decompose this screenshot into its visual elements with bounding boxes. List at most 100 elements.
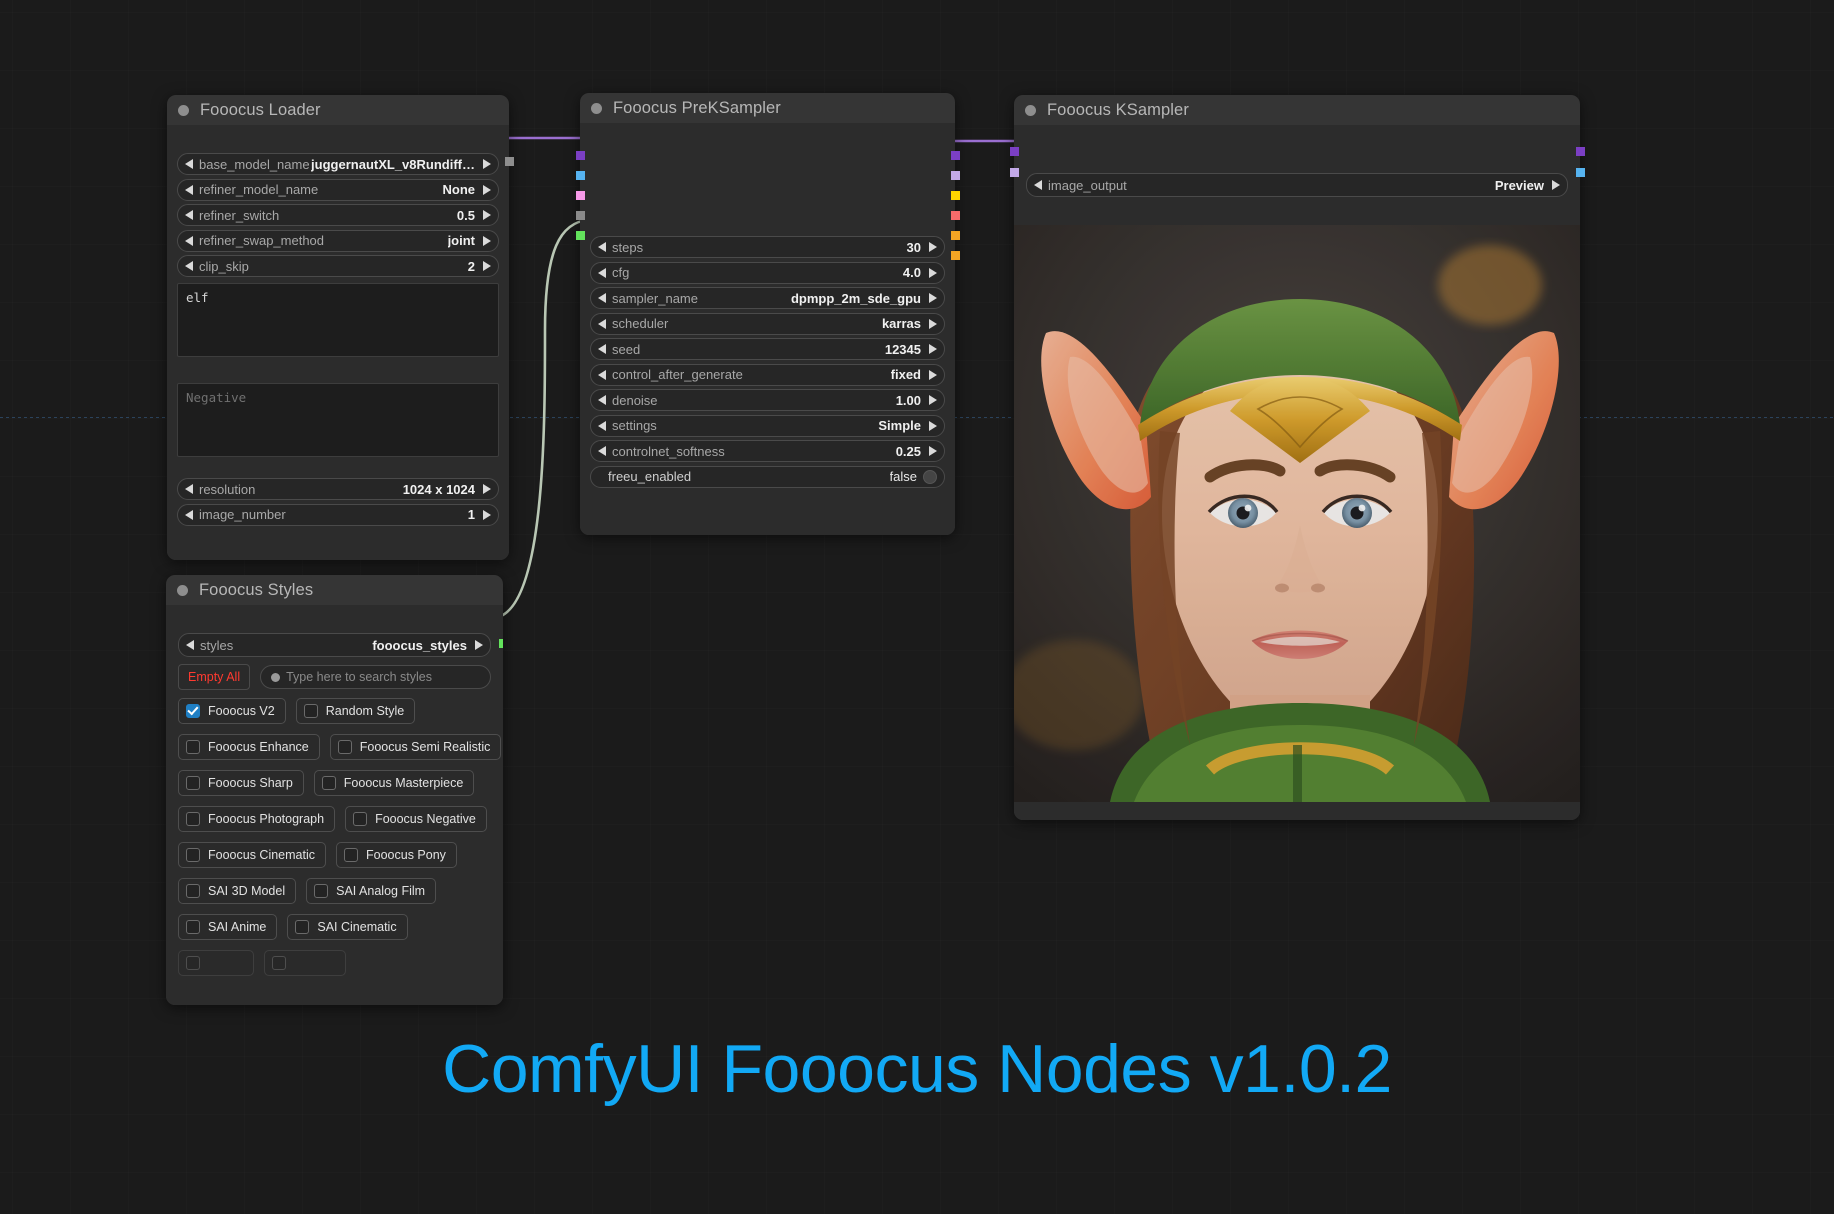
checkbox-icon[interactable] xyxy=(186,848,200,862)
negative-prompt-textarea[interactable]: Negative xyxy=(177,383,499,457)
widget-freeu-enabled[interactable]: freeu_enabled false xyxy=(590,465,945,488)
style-chip-fooocus-pony[interactable]: Fooocus Pony xyxy=(336,842,457,868)
widget-base-model-name[interactable]: base_model_name juggernautXL_v8Rundiff… xyxy=(177,153,499,175)
style-chip-fooocus-photograph[interactable]: Fooocus Photograph xyxy=(178,806,336,832)
checkbox-icon[interactable] xyxy=(186,740,200,754)
increment-arrow-icon[interactable] xyxy=(483,210,491,220)
checkbox-icon[interactable] xyxy=(353,812,368,826)
styles-search-input[interactable]: Type here to search styles xyxy=(260,665,491,689)
widget-sampler-name[interactable]: sampler_name dpmpp_2m_sde_gpu xyxy=(590,287,945,309)
decrement-arrow-icon[interactable] xyxy=(185,261,193,271)
ksampler-output-socket-1[interactable] xyxy=(1575,168,1585,177)
socket-out-styles[interactable] xyxy=(498,639,503,648)
style-chip-fooocus-cinematic[interactable]: Fooocus Cinematic xyxy=(178,842,326,868)
widget-styles[interactable]: styles fooocus_styles xyxy=(178,633,491,657)
style-chip-fooocus-semi-realistic[interactable]: Fooocus Semi Realistic xyxy=(329,734,502,760)
ksampler-input-socket-1[interactable] xyxy=(1009,168,1019,177)
node-title-bar[interactable]: Fooocus KSampler xyxy=(1014,95,1580,125)
preksampler-input-socket-0[interactable] xyxy=(575,151,585,160)
checkbox-icon[interactable] xyxy=(186,956,200,970)
node-fooocus-preksampler[interactable]: Fooocus PreKSampler steps 30 cfg 4.0 sampler… xyxy=(575,93,960,535)
widget-refiner-switch[interactable]: refiner_switch 0.5 xyxy=(177,204,499,226)
checkbox-icon[interactable] xyxy=(186,884,200,898)
preksampler-output-socket-3[interactable] xyxy=(950,211,960,220)
increment-arrow-icon[interactable] xyxy=(929,344,937,354)
checkbox-icon[interactable] xyxy=(271,956,286,970)
style-chip-clipped-2[interactable] xyxy=(263,950,347,976)
preksampler-output-socket-5[interactable] xyxy=(950,251,960,260)
decrement-arrow-icon[interactable] xyxy=(598,318,606,329)
preksampler-output-socket-2[interactable] xyxy=(950,191,960,200)
decrement-arrow-icon[interactable] xyxy=(185,484,193,494)
increment-arrow-icon[interactable] xyxy=(483,261,491,271)
style-chip-fooocus-negative[interactable]: Fooocus Negative xyxy=(345,806,487,832)
increment-arrow-icon[interactable] xyxy=(929,293,937,303)
increment-arrow-icon[interactable] xyxy=(483,184,491,195)
increment-arrow-icon[interactable] xyxy=(483,509,491,520)
decrement-arrow-icon[interactable] xyxy=(1034,180,1042,190)
increment-arrow-icon[interactable] xyxy=(929,420,937,431)
node-title-bar[interactable]: Fooocus Styles xyxy=(166,575,503,605)
decrement-arrow-icon[interactable] xyxy=(185,184,193,195)
checkbox-icon[interactable] xyxy=(344,848,358,862)
style-chip-sai-analog-film[interactable]: SAI Analog Film xyxy=(306,878,437,904)
widget-image-number[interactable]: image_number 1 xyxy=(177,503,499,526)
increment-arrow-icon[interactable] xyxy=(929,395,937,405)
style-chip-fooocus-masterpiece[interactable]: Fooocus Masterpiece xyxy=(313,770,475,796)
widget-image-output[interactable]: image_output Preview xyxy=(1026,173,1568,197)
decrement-arrow-icon[interactable] xyxy=(598,344,606,354)
checkbox-icon[interactable] xyxy=(186,920,200,934)
widget-settings[interactable]: settings Simple xyxy=(590,414,945,437)
decrement-arrow-icon[interactable] xyxy=(185,210,193,220)
node-fooocus-loader[interactable]: Fooocus Loader base_model_name juggernaut… xyxy=(167,95,514,560)
preksampler-input-socket-3[interactable] xyxy=(575,211,585,220)
style-chip-fooocus-enhance[interactable]: Fooocus Enhance xyxy=(178,734,320,760)
decrement-arrow-icon[interactable] xyxy=(598,293,606,303)
checkbox-icon[interactable] xyxy=(314,884,329,898)
widget-steps[interactable]: steps 30 xyxy=(590,236,945,258)
widget-seed[interactable]: seed 12345 xyxy=(590,338,945,360)
increment-arrow-icon[interactable] xyxy=(929,242,937,252)
increment-arrow-icon[interactable] xyxy=(929,369,937,380)
ksampler-input-socket-0[interactable] xyxy=(1009,147,1019,156)
checkbox-icon[interactable] xyxy=(337,740,352,754)
collapse-dot-icon[interactable] xyxy=(1025,104,1036,116)
image-preview[interactable] xyxy=(1014,225,1580,802)
increment-arrow-icon[interactable] xyxy=(929,446,937,456)
style-chip-sai-3d-model[interactable]: SAI 3D Model xyxy=(178,878,297,904)
preksampler-input-socket-4[interactable] xyxy=(575,231,585,240)
widget-refiner-model-name[interactable]: refiner_model_name None xyxy=(177,178,499,201)
widget-scheduler[interactable]: scheduler karras xyxy=(590,312,945,335)
increment-arrow-icon[interactable] xyxy=(483,484,491,494)
style-chip-fooocus-v2[interactable]: Fooocus V2 xyxy=(178,698,286,724)
decrement-arrow-icon[interactable] xyxy=(598,395,606,405)
positive-prompt-textarea[interactable]: elf xyxy=(177,283,499,357)
collapse-dot-icon[interactable] xyxy=(591,102,602,114)
decrement-arrow-icon[interactable] xyxy=(598,446,606,456)
widget-cfg[interactable]: cfg 4.0 xyxy=(590,261,945,284)
node-title-bar[interactable]: Fooocus Loader xyxy=(167,95,509,125)
checkbox-icon[interactable] xyxy=(295,920,310,934)
style-chip-fooocus-sharp[interactable]: Fooocus Sharp xyxy=(178,770,304,796)
checkbox-icon[interactable] xyxy=(186,812,200,826)
style-chip-sai-cinematic[interactable]: SAI Cinematic xyxy=(287,914,408,940)
decrement-arrow-icon[interactable] xyxy=(598,369,606,380)
checkbox-icon[interactable] xyxy=(186,704,200,718)
decrement-arrow-icon[interactable] xyxy=(598,420,606,431)
increment-arrow-icon[interactable] xyxy=(475,640,483,650)
preksampler-input-socket-1[interactable] xyxy=(575,171,585,180)
preksampler-output-socket-0[interactable] xyxy=(950,151,960,160)
decrement-arrow-icon[interactable] xyxy=(185,509,193,520)
toggle-knob[interactable] xyxy=(923,469,937,484)
increment-arrow-icon[interactable] xyxy=(929,267,937,278)
increment-arrow-icon[interactable] xyxy=(483,235,491,246)
checkbox-icon[interactable] xyxy=(186,776,200,790)
checkbox-icon[interactable] xyxy=(321,776,336,790)
collapse-dot-icon[interactable] xyxy=(178,104,189,116)
node-fooocus-styles[interactable]: Fooocus Styles styles fooocus_styles Emp… xyxy=(166,575,503,1005)
checkbox-icon[interactable] xyxy=(303,704,318,718)
decrement-arrow-icon[interactable] xyxy=(185,235,193,246)
widget-refiner-swap-method[interactable]: refiner_swap_method joint xyxy=(177,229,499,252)
decrement-arrow-icon[interactable] xyxy=(186,640,194,650)
style-chip-random-style[interactable]: Random Style xyxy=(295,698,416,724)
